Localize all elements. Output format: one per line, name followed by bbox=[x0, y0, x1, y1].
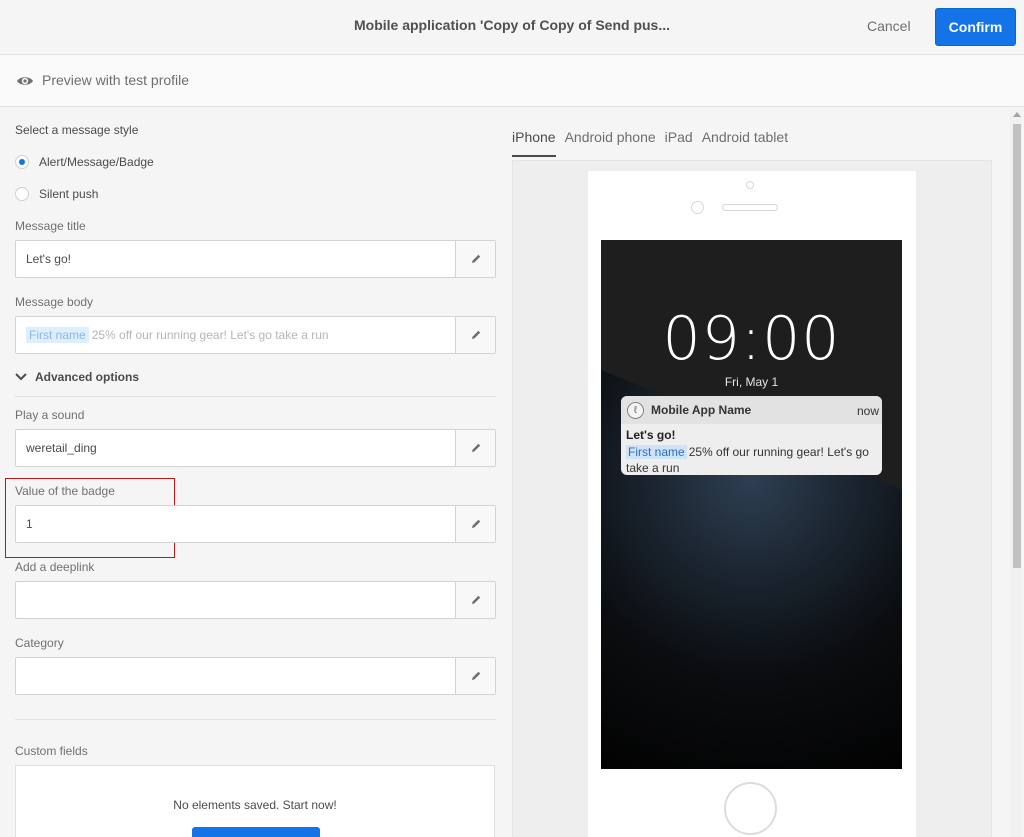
custom-fields-label: Custom fields bbox=[15, 744, 88, 758]
notification-title: Let's go! bbox=[626, 428, 676, 442]
badge-value[interactable]: 1 bbox=[26, 517, 33, 531]
confirm-button[interactable]: Confirm bbox=[935, 8, 1016, 46]
home-button bbox=[724, 782, 777, 835]
pencil-icon bbox=[471, 519, 480, 528]
advanced-options-toggle[interactable]: Advanced options bbox=[15, 370, 139, 384]
chevron-down-icon bbox=[15, 373, 27, 381]
push-notification-card: ℓ Mobile App Name now Let's go! First na… bbox=[621, 396, 882, 475]
first-name-chip: First name bbox=[626, 445, 687, 459]
push-content-form: Select a message style Alert/Message/Bad… bbox=[0, 107, 508, 837]
notification-header: ℓ Mobile App Name now bbox=[621, 396, 882, 424]
radio-alert-message-badge[interactable] bbox=[15, 155, 29, 169]
pencil-icon bbox=[471, 254, 480, 263]
preview-with-test-profile-label[interactable]: Preview with test profile bbox=[42, 72, 189, 88]
message-body-edit-button[interactable] bbox=[455, 317, 495, 353]
earpiece-speaker bbox=[722, 204, 778, 211]
category-label: Category bbox=[15, 636, 64, 650]
deeplink-label: Add a deeplink bbox=[15, 560, 95, 574]
play-sound-label: Play a sound bbox=[15, 408, 85, 422]
custom-fields-panel: No elements saved. Start now! bbox=[15, 765, 495, 837]
lock-screen-date: Fri, May 1 bbox=[724, 375, 779, 389]
badge-value-field[interactable]: 1 bbox=[15, 505, 496, 543]
play-sound-field[interactable]: weretail_ding bbox=[15, 429, 496, 467]
lock-screen: 09:00 Fri, May 1 ℓ Mobile App Name now L… bbox=[601, 240, 902, 769]
notification-app-name: Mobile App Name bbox=[651, 403, 752, 417]
sensor bbox=[691, 201, 704, 214]
first-name-chip: First name bbox=[26, 327, 89, 343]
device-tabs: iPhone Android phone iPad Android tablet bbox=[512, 129, 797, 157]
message-title-value[interactable]: Let's go! bbox=[26, 252, 71, 266]
tab-android-phone[interactable]: Android phone bbox=[565, 129, 656, 157]
message-body-preview[interactable]: First name 25% off our running gear! Let'… bbox=[26, 327, 329, 343]
tab-ipad[interactable]: iPad bbox=[665, 129, 693, 157]
deeplink-field[interactable] bbox=[15, 581, 496, 619]
preview-with-test-profile-bar[interactable]: Preview with test profile bbox=[0, 55, 1024, 107]
radio-silent-push-label[interactable]: Silent push bbox=[39, 187, 98, 201]
message-title-label: Message title bbox=[15, 219, 86, 233]
badge-value-label: Value of the badge bbox=[15, 484, 115, 498]
front-camera bbox=[746, 181, 754, 189]
message-title-edit-button[interactable] bbox=[455, 241, 495, 277]
message-title-field[interactable]: Let's go! bbox=[15, 240, 496, 278]
tab-android-tablet[interactable]: Android tablet bbox=[702, 129, 788, 157]
pencil-icon bbox=[471, 443, 480, 452]
app-logo-icon: ℓ bbox=[627, 402, 644, 419]
badge-value-edit-button[interactable] bbox=[455, 506, 495, 542]
message-body-field[interactable]: First name 25% off our running gear! Let'… bbox=[15, 316, 496, 354]
pencil-icon bbox=[471, 595, 480, 604]
radio-alert-message-badge-label[interactable]: Alert/Message/Badge bbox=[39, 155, 154, 169]
create-custom-field-button[interactable] bbox=[192, 827, 320, 837]
notification-time: now bbox=[856, 404, 879, 418]
message-body-text: 25% off our running gear! Let's go take … bbox=[91, 328, 329, 342]
tab-iphone[interactable]: iPhone bbox=[512, 129, 556, 157]
deeplink-edit-button[interactable] bbox=[455, 582, 495, 618]
radio-silent-push[interactable] bbox=[15, 187, 29, 201]
advanced-options-label[interactable]: Advanced options bbox=[35, 370, 139, 384]
iphone-mockup: 09:00 Fri, May 1 ℓ Mobile App Name now L… bbox=[588, 171, 916, 837]
dialog-header: Mobile application 'Copy of Copy of Send… bbox=[0, 0, 1024, 55]
cancel-button[interactable]: Cancel bbox=[867, 18, 911, 34]
category-field[interactable] bbox=[15, 657, 496, 695]
divider bbox=[15, 719, 496, 720]
divider bbox=[15, 396, 496, 397]
device-preview-panel: iPhone Android phone iPad Android tablet… bbox=[508, 107, 1024, 837]
category-edit-button[interactable] bbox=[455, 658, 495, 694]
preview-stage: 09:00 Fri, May 1 ℓ Mobile App Name now L… bbox=[512, 160, 992, 837]
message-style-label: Select a message style bbox=[15, 123, 139, 137]
lock-screen-time: 09:00 bbox=[662, 304, 841, 374]
play-sound-edit-button[interactable] bbox=[455, 430, 495, 466]
pencil-icon bbox=[471, 671, 480, 680]
eye-icon bbox=[17, 77, 33, 85]
notification-body: First name 25% off our running gear! Let'… bbox=[626, 444, 880, 476]
scroll-up-arrow-icon[interactable] bbox=[1013, 112, 1021, 117]
scrollbar-thumb[interactable] bbox=[1013, 124, 1021, 568]
vertical-scrollbar[interactable] bbox=[1010, 110, 1022, 837]
custom-fields-empty-message: No elements saved. Start now! bbox=[173, 798, 337, 812]
play-sound-value[interactable]: weretail_ding bbox=[26, 441, 97, 455]
pencil-icon bbox=[471, 330, 480, 339]
message-body-label: Message body bbox=[15, 295, 94, 309]
